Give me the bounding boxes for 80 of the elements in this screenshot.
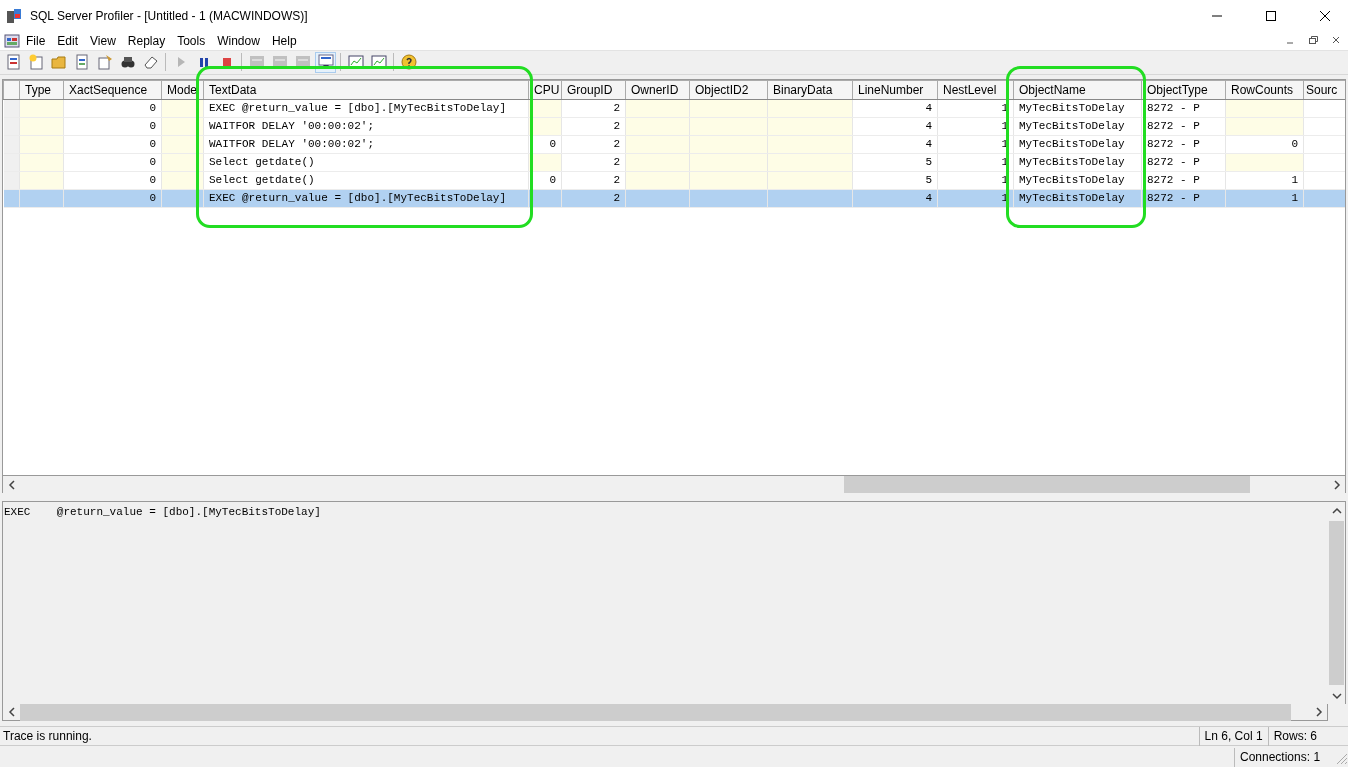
restore-icon[interactable] (1308, 35, 1319, 47)
menu-item[interactable]: View (84, 33, 122, 49)
connection-count: Connections: 1 (1234, 748, 1334, 767)
table-cell: 4 (852, 117, 938, 136)
table-cell: WAITFOR DELAY '00:00:02'; (203, 117, 529, 136)
column-header[interactable]: XactSequence (63, 80, 162, 100)
table-cell: MyTecBitsToDelay (1013, 171, 1142, 190)
scroll-right-icon[interactable] (1332, 479, 1341, 490)
table-cell: MyTecBitsToDelay (1013, 117, 1142, 136)
help-icon[interactable] (400, 54, 417, 71)
table-cell: 0 (63, 171, 162, 190)
table-cell: 0 (63, 117, 162, 136)
table-cell: 0 (1225, 135, 1304, 154)
table-cell: 5 (852, 153, 938, 172)
table-cell: 8272 - P (1141, 117, 1226, 136)
column-header[interactable]: Mode (161, 80, 204, 100)
table-cell: Select getdate() (203, 171, 529, 190)
scrollbar-thumb[interactable] (844, 476, 1250, 494)
table-cell: MyTecBitsToDelay (1013, 153, 1142, 172)
table-cell: 0 (528, 171, 562, 190)
column-header[interactable]: ObjectType (1141, 80, 1226, 100)
row-count: Rows: 6 (1267, 726, 1322, 746)
scroll-down-icon[interactable] (1331, 691, 1342, 700)
document-icon[interactable] (4, 54, 21, 71)
column-header[interactable]: RowCounts (1225, 80, 1304, 100)
table-cell: MyTecBitsToDelay (1013, 99, 1142, 118)
column-header[interactable]: Type (19, 80, 64, 100)
table-cell: 8272 - P (1141, 171, 1226, 190)
column-header[interactable]: ObjectID2 (689, 80, 768, 100)
table-cell: 0 (528, 135, 562, 154)
scrollbar-thumb[interactable] (1329, 521, 1344, 685)
menu-item[interactable]: Help (265, 33, 303, 49)
menu-item[interactable]: File (20, 33, 52, 49)
maximize-icon[interactable] (1264, 10, 1278, 22)
table-cell: WAITFOR DELAY '00:00:02'; (203, 135, 529, 154)
table-cell: 2 (561, 99, 626, 118)
menu-item[interactable]: Tools (171, 33, 212, 49)
column-header[interactable]: TextData (203, 80, 529, 100)
table-cell: MyTecBitsToDelay (1013, 135, 1142, 154)
scroll-left-icon[interactable] (7, 479, 16, 490)
eraser-icon[interactable] (142, 54, 159, 71)
detail-text: EXEC @return_value = [dbo].[MyTecBitsToDelay] (3, 505, 322, 521)
column-header[interactable]: NestLevel (937, 80, 1014, 100)
column-header[interactable]: Sourc (1303, 80, 1345, 100)
table-cell: EXEC @return_value = [dbo].[MyTecBitsToDelay] (203, 99, 529, 118)
app-icon (6, 8, 22, 24)
table-cell: 0 (63, 153, 162, 172)
scroll-up-icon[interactable] (1331, 506, 1342, 515)
table-cell: 8272 - P (1141, 153, 1226, 172)
status-message: Trace is running. (2, 728, 93, 745)
table-cell: 0 (63, 99, 162, 118)
menu-item[interactable]: Window (211, 33, 266, 49)
table-cell: 2 (561, 135, 626, 154)
column-header[interactable]: LineNumber (852, 80, 938, 100)
folder-icon[interactable] (50, 54, 67, 71)
table-cell: 0 (63, 135, 162, 154)
column-header[interactable]: OwnerID (625, 80, 690, 100)
scroll-right-icon[interactable] (1314, 707, 1323, 717)
menu-item[interactable]: Edit (51, 33, 85, 49)
table-cell: 8272 - P (1141, 135, 1226, 154)
table-cell: 2 (561, 153, 626, 172)
window-title: SQL Server Profiler - [Untitled - 1 (MACWINDOWS)] (30, 8, 308, 25)
table-cell: 2 (561, 117, 626, 136)
table-cell: 5 (852, 171, 938, 190)
table-cell: Select getdate() (203, 153, 529, 172)
table-cell: 1 (1225, 171, 1304, 190)
table-cell: 8272 - P (1141, 99, 1226, 118)
column-header[interactable]: ObjectName (1013, 80, 1142, 100)
properties-icon[interactable] (96, 54, 113, 71)
column-header[interactable]: GroupID (561, 80, 626, 100)
template-icon[interactable] (73, 54, 90, 71)
close-icon[interactable] (1318, 10, 1332, 22)
table-cell: 2 (561, 171, 626, 190)
scroll-left-icon[interactable] (7, 707, 16, 717)
table-cell: 4 (852, 135, 938, 154)
new-document-icon[interactable] (27, 54, 44, 71)
table-cell: 4 (852, 99, 938, 118)
column-header[interactable]: BinaryData (767, 80, 853, 100)
menu-item[interactable]: Replay (121, 33, 172, 49)
cursor-position: Ln 6, Col 1 (1198, 726, 1268, 746)
